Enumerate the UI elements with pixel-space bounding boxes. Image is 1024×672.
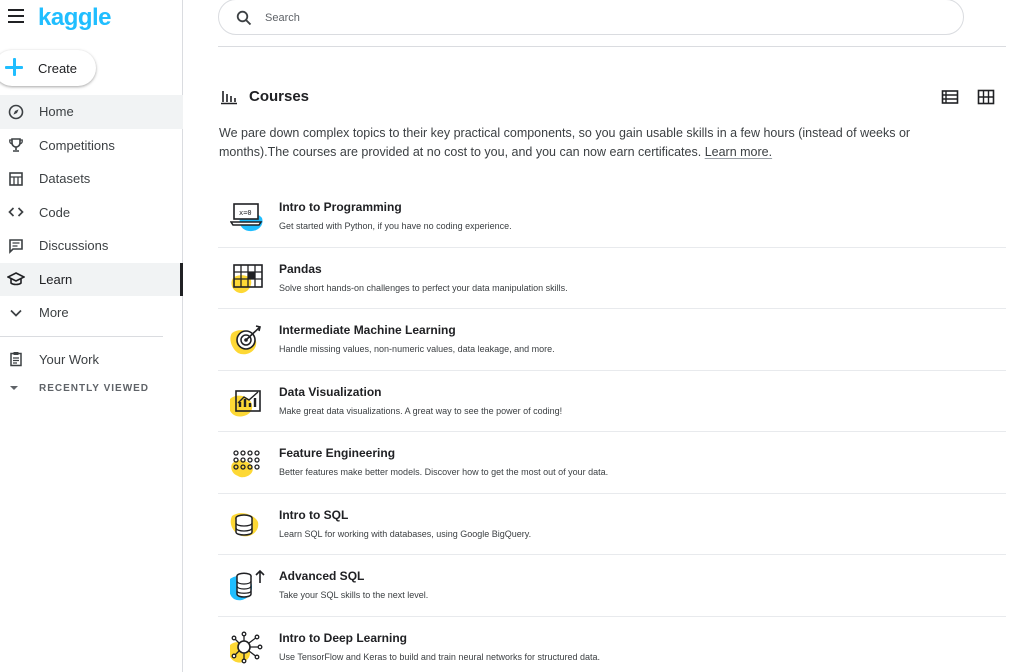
clipboard-icon <box>7 350 25 368</box>
course-description: Use TensorFlow and Keras to build and tr… <box>279 651 601 662</box>
course-title: Advanced SQL <box>279 569 365 583</box>
sidebar-item-label: Datasets <box>39 171 91 187</box>
course-item-intro-to-sql[interactable]: Intro to SQL Learn SQL for working with … <box>218 494 1006 555</box>
create-button[interactable]: Create <box>0 50 96 86</box>
search-bar[interactable] <box>218 0 964 35</box>
intro-text: We pare down complex topics to their key… <box>219 126 911 159</box>
sidebar-item-datasets[interactable]: Datasets <box>0 162 183 196</box>
search-icon <box>236 10 252 26</box>
page-title: Courses <box>249 88 310 105</box>
sidebar-item-label: Learn <box>39 271 73 287</box>
courses-header: Courses <box>218 86 1006 110</box>
course-item-advanced-sql[interactable]: Advanced SQL Take your SQL skills to the… <box>218 555 1006 617</box>
hamburger-menu-icon[interactable] <box>8 9 24 23</box>
course-title: Pandas <box>279 261 322 276</box>
code-icon <box>7 203 25 221</box>
sidebar-item-learn[interactable]: Learn <box>0 262 183 296</box>
sidebar-divider <box>0 335 163 337</box>
caret-down-icon <box>10 386 18 390</box>
learn-more-link[interactable]: Learn more. <box>705 145 772 159</box>
search-input[interactable] <box>265 8 945 28</box>
course-title: Intro to SQL <box>279 507 349 522</box>
chart-icon <box>230 389 261 417</box>
sidebar-item-discussions[interactable]: Discussions <box>0 229 183 263</box>
comment-icon <box>7 237 25 255</box>
course-item-intro-to-programming[interactable]: x=0 Intro to Programming Get started wit… <box>218 186 1006 248</box>
course-description: Take your SQL skills to the next level. <box>279 590 429 600</box>
sidebar-item-competitions[interactable]: Competitions <box>0 129 183 163</box>
sidebar-item-label: Your Work <box>39 351 99 367</box>
sidebar-item-code[interactable]: Code <box>0 196 183 230</box>
course-description: Get started with Python, if you have no … <box>279 221 512 231</box>
trophy-icon <box>7 136 25 154</box>
sidebar-item-label: Home <box>39 104 74 120</box>
chevron-down-icon <box>7 304 25 322</box>
course-item-intro-to-deep-learning[interactable]: Intro to Deep Learning Use TensorFlow an… <box>218 617 1006 672</box>
target-icon <box>230 325 261 355</box>
course-item-intermediate-machine-learning[interactable]: Intermediate Machine Learning Handle mis… <box>218 309 1006 371</box>
course-description: Handle missing values, non-numeric value… <box>279 344 555 354</box>
grid-view-icon[interactable] <box>977 89 995 105</box>
sidebar: kaggle Create Home Competitions Datasets <box>0 0 183 672</box>
course-description: Solve short hands-on challenges to perfe… <box>279 282 568 293</box>
course-title: Data Visualization <box>279 384 382 399</box>
plus-icon <box>4 57 24 77</box>
sidebar-item-label: Competitions <box>39 137 115 153</box>
laptop-icon: x=0 <box>230 203 263 232</box>
sidebar-item-your-work[interactable]: Your Work <box>0 343 183 377</box>
create-label: Create <box>38 61 78 76</box>
database-up-icon <box>230 569 265 601</box>
sidebar-item-label: More <box>39 305 69 321</box>
recently-viewed-toggle[interactable]: RECENTLY VIEWED <box>0 376 183 400</box>
course-description: Learn SQL for working with databases, us… <box>279 528 532 539</box>
course-item-pandas[interactable]: Pandas Solve short hands-on challenges t… <box>218 248 1006 309</box>
sidebar-item-label: Discussions <box>39 238 109 254</box>
sidebar-item-home[interactable]: Home <box>0 95 183 129</box>
main-content: Courses We pare down complex topics to t… <box>183 0 1024 672</box>
database-icon <box>230 512 259 536</box>
dots-icon <box>231 450 260 478</box>
course-title: Intermediate Machine Learning <box>279 323 456 337</box>
courses-intro: We pare down complex topics to their key… <box>219 124 959 162</box>
course-title: Intro to Deep Learning <box>279 630 408 645</box>
kaggle-logo[interactable]: kaggle <box>38 4 112 32</box>
course-item-feature-engineering[interactable]: Feature Engineering Better features make… <box>218 432 1006 494</box>
course-list: x=0 Intro to Programming Get started wit… <box>218 186 1006 672</box>
course-description: Better features make better models. Disc… <box>279 467 609 477</box>
compass-icon <box>7 103 25 121</box>
course-description: Make great data visualizations. A great … <box>279 405 563 416</box>
recently-viewed-label: RECENTLY VIEWED <box>39 382 150 394</box>
sidebar-nav: Home Competitions Datasets Code Discussi… <box>0 95 183 400</box>
header-divider <box>218 46 1006 47</box>
course-item-data-visualization[interactable]: Data Visualization Make great data visua… <box>218 371 1006 432</box>
bar-chart-icon <box>221 91 237 105</box>
list-view-icon[interactable] <box>941 89 959 105</box>
top-bar: kaggle <box>0 0 183 40</box>
grid-icon <box>231 263 263 293</box>
sidebar-item-more[interactable]: More <box>0 296 183 330</box>
course-title: Feature Engineering <box>279 446 396 460</box>
table-icon <box>7 170 25 188</box>
neural-network-icon <box>230 631 263 663</box>
sidebar-item-label: Code <box>39 204 71 220</box>
school-icon <box>7 270 25 288</box>
course-title: Intro to Programming <box>279 200 402 214</box>
svg-text:x=0: x=0 <box>239 209 252 217</box>
